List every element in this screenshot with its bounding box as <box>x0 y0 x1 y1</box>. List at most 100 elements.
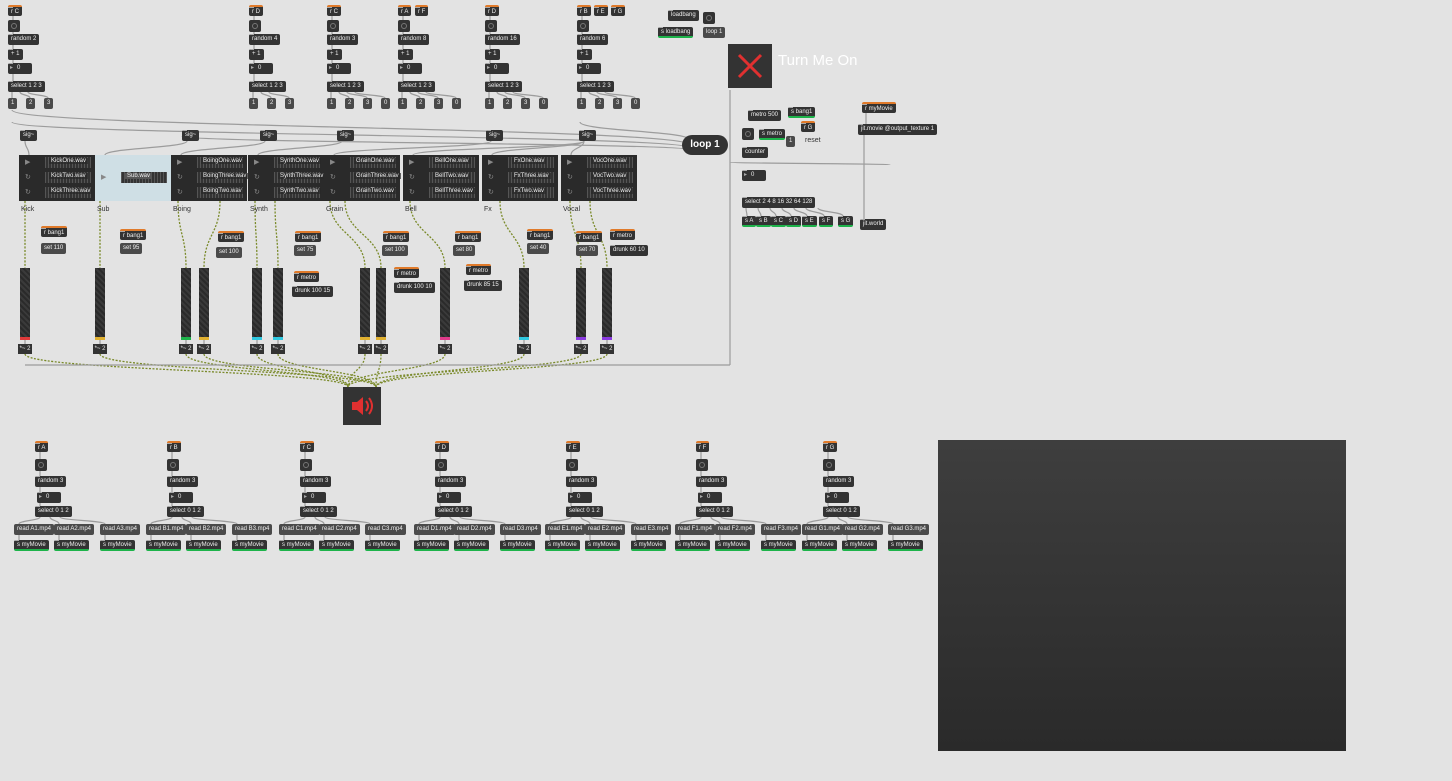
bang-button[interactable] <box>485 20 497 32</box>
random-object[interactable]: random 16 <box>485 34 520 45</box>
plus-one-object[interactable]: + 1 <box>485 49 500 60</box>
receive-d-object[interactable]: r D <box>435 441 449 452</box>
receive-c-object[interactable]: r C <box>8 5 22 16</box>
playlist-row[interactable]: ▶ SynthOne.wav <box>252 156 322 169</box>
receive-e-object[interactable]: r E <box>566 441 580 452</box>
select-message[interactable]: 1 <box>577 98 587 109</box>
multiply-signal-object[interactable]: *~ 2 <box>197 344 211 354</box>
metro-bang-button[interactable] <box>742 128 754 140</box>
select-object[interactable]: select 0 1 2 <box>167 506 204 517</box>
bang-button[interactable] <box>300 459 312 471</box>
select-message[interactable]: 1 <box>398 98 408 109</box>
select-message[interactable]: 1 <box>8 98 18 109</box>
number-box[interactable]: 0 <box>825 492 849 503</box>
set-message[interactable]: set 70 <box>576 245 599 256</box>
playlist-sub[interactable]: ▶ Sub.wav <box>95 155 171 201</box>
read-movie-message[interactable]: read A1.mp4 <box>14 524 55 535</box>
select-message[interactable]: 2 <box>416 98 426 109</box>
read-movie-message[interactable]: read E3.mp4 <box>631 524 672 535</box>
bang-button[interactable] <box>435 459 447 471</box>
send-mymovie-object[interactable]: s myMovie <box>319 540 354 551</box>
receive-bang1-object[interactable]: r bang1 <box>41 226 68 237</box>
send-mymovie-object[interactable]: s myMovie <box>888 540 923 551</box>
playlist-row[interactable]: ▶ BellOne.wav <box>407 156 475 169</box>
select-object[interactable]: select 1 2 3 <box>327 81 364 92</box>
receive-f-object[interactable]: r F <box>696 441 710 452</box>
playlist-row[interactable]: ↻ VocTwo.wav <box>565 171 633 184</box>
random-object[interactable]: random 3 <box>327 34 359 45</box>
receive-c-object[interactable]: r C <box>300 441 314 452</box>
send-mymovie-object[interactable]: s myMovie <box>631 540 666 551</box>
drunk-object[interactable]: drunk 100 15 <box>292 286 334 297</box>
reset-message[interactable]: 1 <box>786 136 796 147</box>
loop-button[interactable]: loop 1 <box>682 135 728 155</box>
read-movie-message[interactable]: read G1.mp4 <box>802 524 844 535</box>
send-mymovie-object[interactable]: s myMovie <box>146 540 181 551</box>
receive-a-object[interactable]: r A <box>398 5 412 16</box>
multiply-signal-object[interactable]: *~ 2 <box>438 344 452 354</box>
receive-b-object[interactable]: r B <box>577 5 591 16</box>
select-object[interactable]: select 1 2 3 <box>485 81 522 92</box>
receive-bang1-object[interactable]: r bang1 <box>295 231 322 242</box>
select-message[interactable]: 2 <box>503 98 513 109</box>
plus-one-object[interactable]: + 1 <box>8 49 23 60</box>
random-object[interactable]: random 3 <box>167 476 199 487</box>
random-object[interactable]: random 3 <box>300 476 332 487</box>
send-loadbang-object[interactable]: s loadbang <box>658 27 694 38</box>
random-object[interactable]: random 3 <box>823 476 855 487</box>
set-message[interactable]: set 95 <box>120 243 143 254</box>
send-mymovie-object[interactable]: s myMovie <box>186 540 221 551</box>
loop-message[interactable]: loop 1 <box>703 27 726 38</box>
read-movie-message[interactable]: read B1.mp4 <box>146 524 187 535</box>
select-message[interactable]: 3 <box>363 98 373 109</box>
send-mymovie-object[interactable]: s myMovie <box>545 540 580 551</box>
select-counter-object[interactable]: select 2 4 8 16 32 64 128 <box>742 197 816 208</box>
receive-d-object[interactable]: r D <box>249 5 263 16</box>
send-mymovie-object[interactable]: s myMovie <box>842 540 877 551</box>
number-box[interactable]: 0 <box>577 63 601 74</box>
send-mymovie-object[interactable]: s myMovie <box>14 540 49 551</box>
jit-world-object[interactable]: jit.world <box>860 219 887 230</box>
select-message[interactable]: 0 <box>452 98 462 109</box>
metro-object[interactable]: metro 500 <box>748 110 782 121</box>
select-message[interactable]: 2 <box>267 98 277 109</box>
receive-metro-object[interactable]: r metro <box>610 229 636 240</box>
select-object[interactable]: select 0 1 2 <box>300 506 337 517</box>
select-message[interactable]: 0 <box>539 98 549 109</box>
loadbang-object[interactable]: loadbang <box>668 10 699 21</box>
receive-bang1-object[interactable]: r bang1 <box>383 231 410 242</box>
select-object[interactable]: select 0 1 2 <box>566 506 603 517</box>
playlist-synth[interactable]: ▶ SynthOne.wav ↻ SynthThree.wav ↻ SynthTwo.wa… <box>248 155 326 201</box>
read-movie-message[interactable]: read F1.mp4 <box>675 524 716 535</box>
receive-c-object[interactable]: r C <box>327 5 341 16</box>
multiply-signal-object[interactable]: *~ 2 <box>600 344 614 354</box>
send-mymovie-object[interactable]: s myMovie <box>500 540 535 551</box>
multiply-signal-object[interactable]: *~ 2 <box>271 344 285 354</box>
select-message[interactable]: 3 <box>285 98 295 109</box>
receive-mymovie-object[interactable]: r myMovie <box>862 102 896 113</box>
random-object[interactable]: random 6 <box>577 34 609 45</box>
multiply-signal-object[interactable]: *~ 2 <box>179 344 193 354</box>
number-box[interactable]: 0 <box>302 492 326 503</box>
send-mymovie-object[interactable]: s myMovie <box>100 540 135 551</box>
random-object[interactable]: random 3 <box>696 476 728 487</box>
send-s-d-object[interactable]: s D <box>786 216 801 227</box>
read-movie-message[interactable]: read C1.mp4 <box>279 524 320 535</box>
read-movie-message[interactable]: read E1.mp4 <box>545 524 586 535</box>
bang-button[interactable] <box>566 459 578 471</box>
gain-slider[interactable] <box>181 268 191 340</box>
receive-g-object[interactable]: r G <box>611 5 626 16</box>
bang-button[interactable] <box>327 20 339 32</box>
playlist-bell[interactable]: ▶ BellOne.wav ↻ BellTwo.wav ↻ BellThree.wav <box>403 155 479 201</box>
select-message[interactable]: 0 <box>631 98 641 109</box>
read-movie-message[interactable]: read G3.mp4 <box>888 524 930 535</box>
select-message[interactable]: 1 <box>327 98 337 109</box>
read-movie-message[interactable]: read G2.mp4 <box>842 524 884 535</box>
number-box[interactable]: 0 <box>485 63 509 74</box>
multiply-signal-object[interactable]: *~ 2 <box>93 344 107 354</box>
receive-metro-object[interactable]: r metro <box>294 271 320 282</box>
multiply-signal-object[interactable]: *~ 2 <box>574 344 588 354</box>
playlist-row[interactable]: ▶ VocOne.wav <box>565 156 633 169</box>
read-movie-message[interactable]: read C3.mp4 <box>365 524 406 535</box>
send-s-a-object[interactable]: s A <box>742 216 757 227</box>
